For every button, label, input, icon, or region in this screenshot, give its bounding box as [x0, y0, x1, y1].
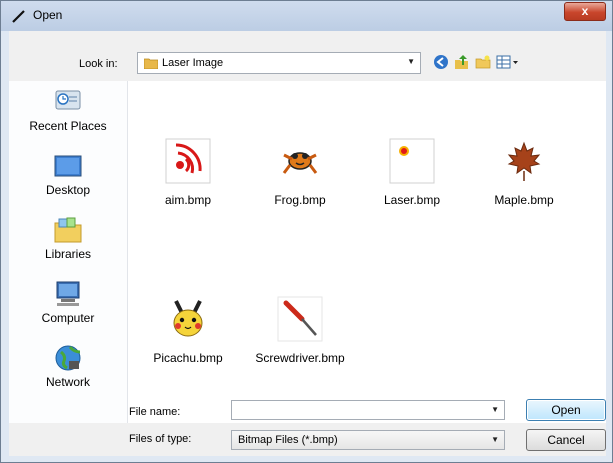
file-list[interactable]: aim.bmp Frog.bmp Laser.bmp Maple.bmp Pic…	[128, 81, 606, 423]
place-computer[interactable]: Computer	[9, 279, 127, 343]
place-network[interactable]: Network	[9, 343, 127, 407]
look-in-label: Look in:	[79, 58, 118, 70]
file-name: Laser.bmp	[383, 193, 441, 207]
place-label: Computer	[41, 311, 95, 325]
file-name-label: File name:	[129, 406, 181, 418]
open-dialog: Open x Look in: Laser Image ▼ Recent Pla…	[0, 0, 613, 463]
chevron-down-icon[interactable]: ▼	[491, 405, 499, 414]
places-bar: Recent Places Desktop Libraries Computer…	[9, 81, 128, 423]
view-menu-icon	[496, 55, 518, 69]
close-button[interactable]: x	[564, 2, 606, 21]
chevron-down-icon[interactable]: ▼	[407, 57, 415, 66]
laser-icon	[389, 138, 435, 184]
desktop-icon	[54, 155, 82, 177]
look-in-value: Laser Image	[162, 57, 224, 69]
file-item[interactable]: Screwdriver.bmp	[250, 295, 350, 385]
place-label: Recent Places	[29, 119, 107, 133]
pen-icon	[12, 10, 25, 23]
files-of-type-select[interactable]: Bitmap Files (*.bmp) ▼	[231, 430, 505, 450]
folder-icon	[144, 58, 158, 69]
maple-leaf-icon	[507, 141, 541, 181]
look-in-combo[interactable]: Laser Image ▼	[137, 52, 421, 74]
file-item[interactable]: Maple.bmp	[474, 137, 574, 227]
screwdriver-icon	[277, 296, 323, 342]
place-libraries[interactable]: Libraries	[9, 215, 127, 279]
recent-places-icon	[55, 90, 81, 110]
place-label: Libraries	[44, 247, 92, 261]
file-name: Picachu.bmp	[153, 351, 223, 365]
file-item[interactable]: aim.bmp	[138, 137, 238, 227]
network-icon	[55, 345, 81, 371]
file-name: Screwdriver.bmp	[255, 351, 345, 365]
up-folder-icon	[455, 55, 468, 69]
file-name: Frog.bmp	[274, 193, 326, 207]
up-folder-button[interactable]	[452, 51, 472, 73]
frog-icon	[282, 152, 318, 174]
place-recent-places[interactable]: Recent Places	[9, 87, 127, 151]
files-of-type-label: Files of type:	[129, 433, 192, 445]
back-icon	[434, 55, 448, 69]
open-button[interactable]: Open	[526, 399, 606, 421]
file-item[interactable]: Picachu.bmp	[138, 295, 238, 385]
file-name-combo[interactable]: ▼	[231, 400, 505, 420]
new-folder-button[interactable]	[473, 51, 493, 73]
aim-icon	[165, 138, 211, 184]
dialog-body: Look in: Laser Image ▼ Recent Places Des…	[9, 31, 606, 456]
window-title: Open	[33, 8, 63, 22]
computer-icon	[56, 281, 80, 306]
place-label: Network	[45, 375, 90, 389]
view-menu-button[interactable]	[494, 51, 522, 73]
back-button[interactable]	[431, 51, 451, 73]
chevron-down-icon[interactable]: ▼	[491, 435, 499, 444]
libraries-icon	[54, 217, 82, 243]
file-item[interactable]: Frog.bmp	[250, 137, 350, 227]
files-of-type-value: Bitmap Files (*.bmp)	[238, 434, 338, 446]
new-folder-icon	[475, 55, 491, 69]
pikachu-icon	[173, 300, 203, 337]
place-desktop[interactable]: Desktop	[9, 151, 127, 215]
file-item[interactable]: Laser.bmp	[362, 137, 462, 227]
file-name-input[interactable]	[234, 402, 484, 418]
place-label: Desktop	[45, 183, 91, 197]
cancel-button[interactable]: Cancel	[526, 429, 606, 451]
file-name: aim.bmp	[164, 193, 211, 207]
file-name: Maple.bmp	[494, 193, 554, 207]
title-bar[interactable]: Open x	[1, 1, 612, 31]
